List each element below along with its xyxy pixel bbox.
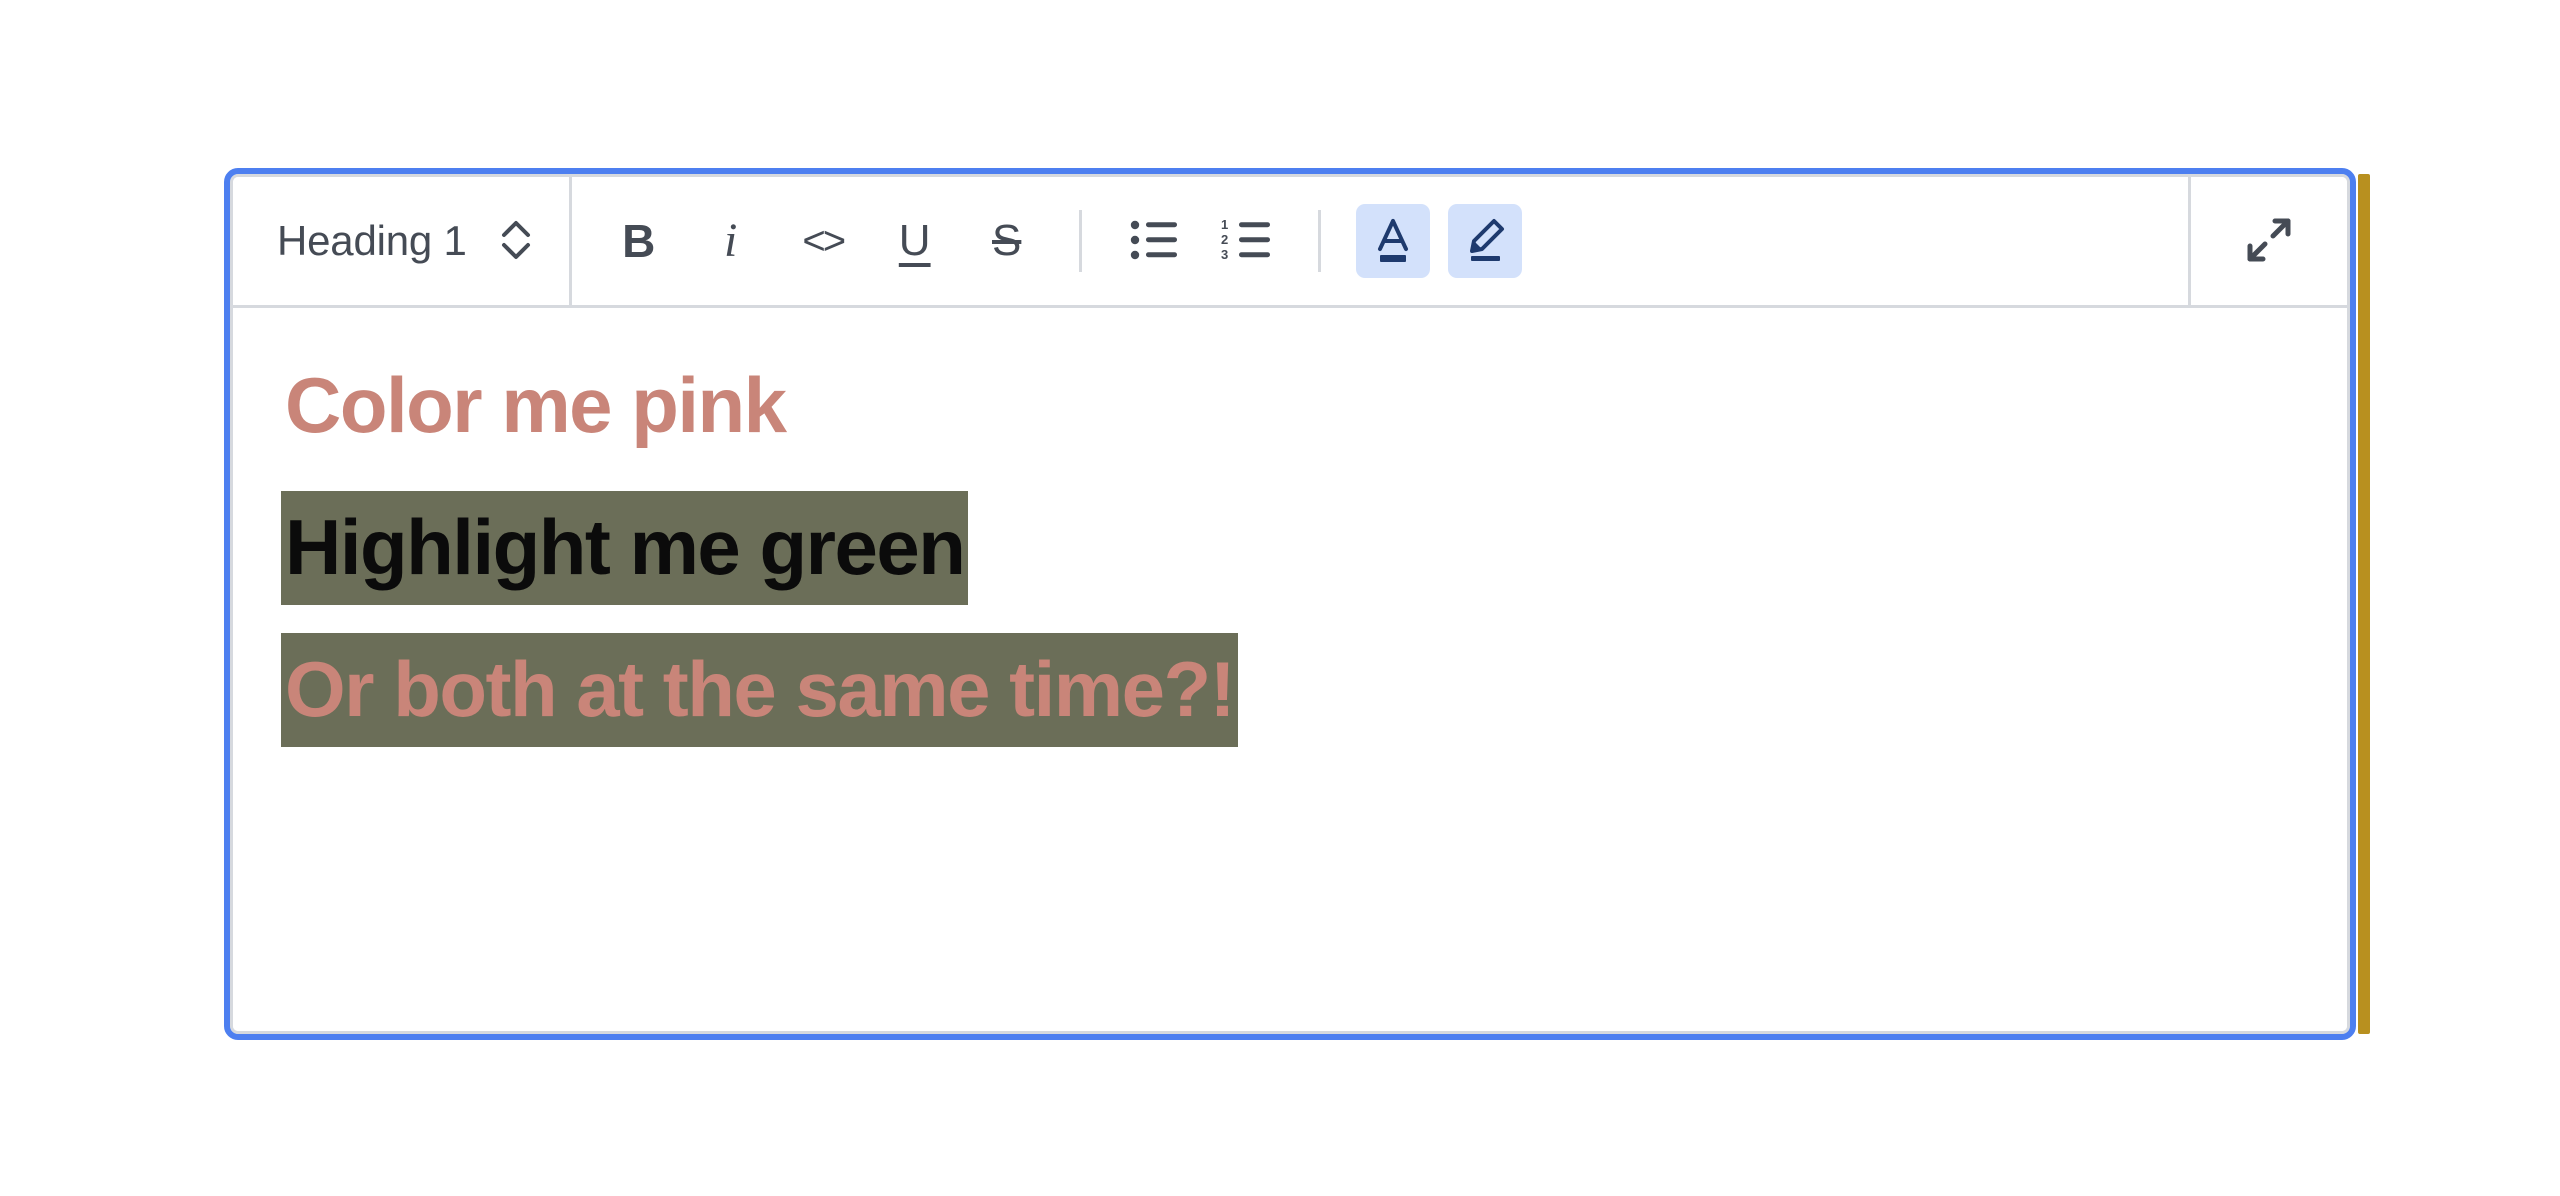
color-group <box>1347 177 1531 305</box>
block-type-dropdown[interactable]: Heading 1 <box>233 177 569 305</box>
ordered-list-icon: 1 2 3 <box>1221 217 1271 265</box>
code-button[interactable]: <> <box>786 204 860 278</box>
svg-text:2: 2 <box>1221 232 1228 247</box>
code-icon: <> <box>802 219 846 263</box>
underline-icon: U <box>898 216 931 265</box>
editor-frame: Heading 1 B i <> U S 1 2 3 Color me pink… <box>230 174 2350 1034</box>
block-type-group: Heading 1 <box>233 177 569 305</box>
bullet-list-button[interactable] <box>1117 204 1191 278</box>
document-heading-2[interactable]: Highlight me green <box>281 491 2299 605</box>
svg-text:3: 3 <box>1221 247 1228 262</box>
strikethrough-button[interactable]: S <box>970 204 1044 278</box>
heading-text: Color me pink <box>285 361 787 449</box>
list-group: 1 2 3 <box>1108 177 1292 305</box>
svg-text:1: 1 <box>1221 218 1228 232</box>
document-heading-1[interactable]: Color me pink <box>281 366 2299 444</box>
editor-accent-strip <box>2358 174 2370 1034</box>
inline-format-group: B i <> U S <box>572 177 1053 305</box>
block-type-label: Heading 1 <box>277 217 467 264</box>
document-heading-3[interactable]: Or both at the same time?! <box>281 633 2299 747</box>
toolbar-divider <box>1078 210 1082 272</box>
bold-button[interactable]: B <box>602 204 676 278</box>
highlighter-pen-icon <box>1462 215 1508 268</box>
expand-button[interactable] <box>2227 199 2311 283</box>
text-color-a-icon <box>1370 215 1416 268</box>
bold-icon: B <box>622 215 656 267</box>
strikethrough-icon: S <box>992 216 1022 265</box>
editor-toolbar: Heading 1 B i <> U S 1 2 3 <box>233 177 2347 308</box>
expand-diagonal-arrows-icon <box>2244 215 2294 268</box>
rich-text-editor[interactable]: Heading 1 B i <> U S 1 2 3 Color me pink… <box>224 168 2370 1040</box>
ordered-list-button[interactable]: 1 2 3 <box>1209 204 1283 278</box>
expand-group <box>2191 177 2347 305</box>
highlight-button[interactable] <box>1447 204 1522 278</box>
bullet-list-icon <box>1130 218 1178 265</box>
toolbar-divider <box>1317 210 1321 272</box>
chevron-up-down-icon <box>499 215 533 268</box>
italic-icon: i <box>724 214 738 267</box>
editor-content-area[interactable]: Color me pink Highlight me green Or both… <box>233 308 2347 1031</box>
italic-button[interactable]: i <box>694 204 768 278</box>
underline-button[interactable]: U <box>878 204 952 278</box>
text-color-button[interactable] <box>1355 204 1430 278</box>
heading-text: Highlight me green <box>281 491 969 605</box>
heading-text: Or both at the same time?! <box>281 633 1239 747</box>
